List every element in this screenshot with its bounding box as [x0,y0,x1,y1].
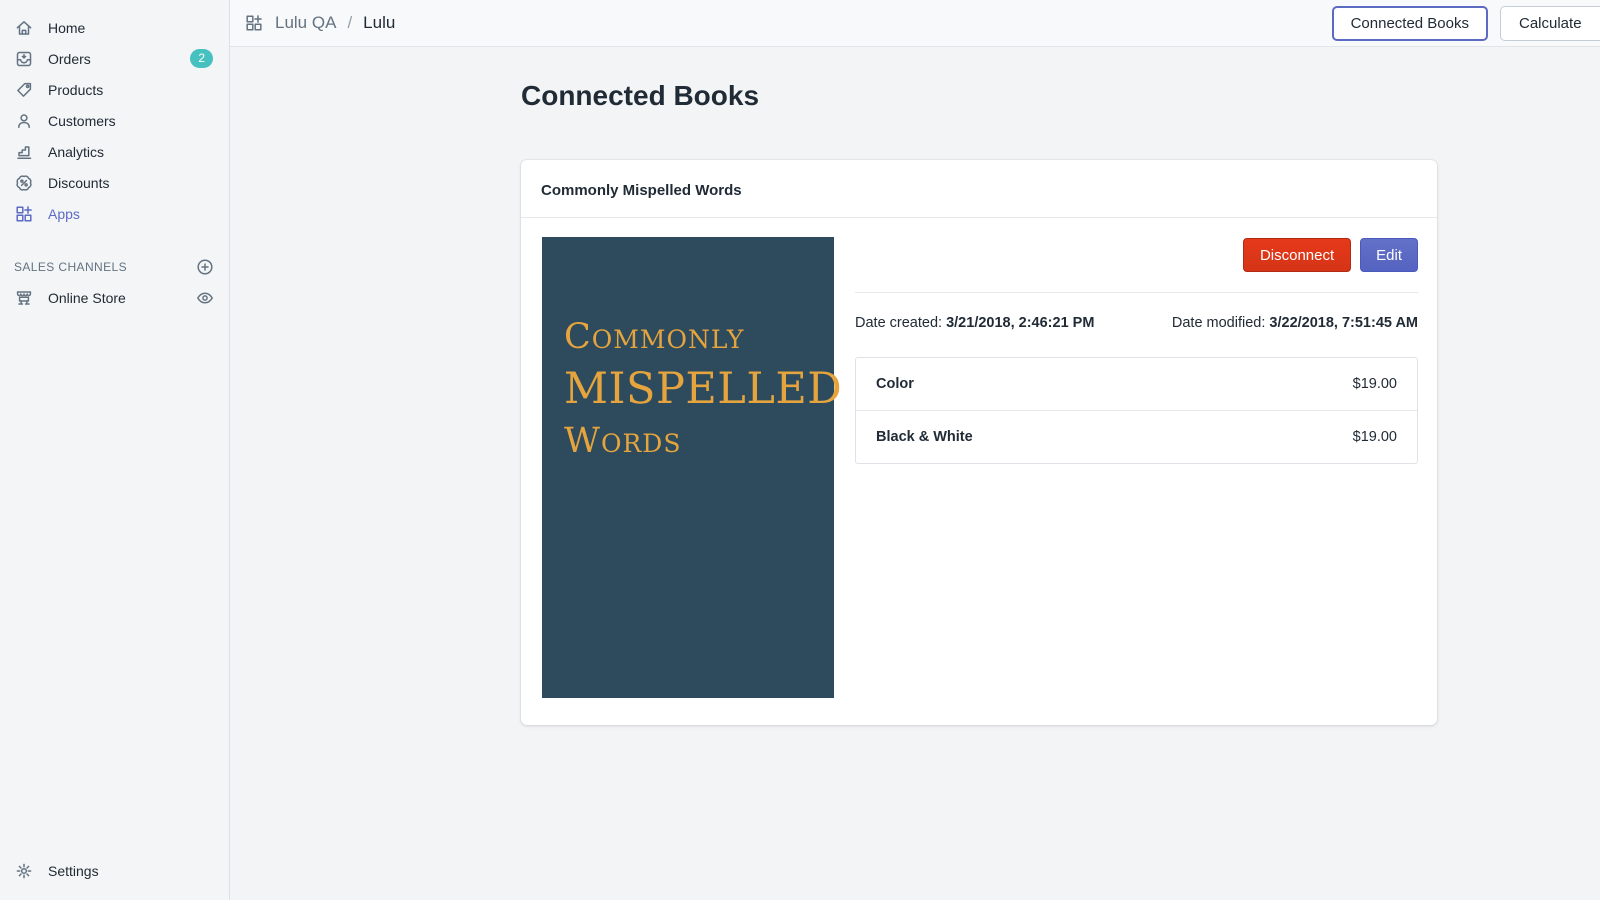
book-actions: Disconnect Edit [855,238,1418,272]
analytics-icon [14,142,34,162]
cover-line-1: Commonly [564,311,824,363]
sales-channels-label: SALES CHANNELS [14,260,127,274]
variant-name: Black & White [876,429,973,445]
home-icon [14,18,34,38]
disconnect-button[interactable]: Disconnect [1243,238,1351,272]
sidebar-settings-row: Settings [0,855,229,886]
dates-row: Date created: 3/21/2018, 2:46:21 PM Date… [855,315,1418,331]
book-card: Commonly Mispelled Words Commonly MISPEL… [521,160,1437,725]
book-details: Disconnect Edit Date created: 3/21/2018,… [855,237,1418,698]
sidebar-item-label: Settings [48,863,99,879]
sidebar-item-label: Apps [48,206,80,222]
topbar: Lulu QA / Lulu Connected Books Calculate [230,0,1600,47]
page-title: Connected Books [521,80,759,112]
sales-channels-header: SALES CHANNELS [0,251,229,282]
cover-line-3: Words [564,415,824,467]
sidebar-item-label: Online Store [48,290,126,306]
sidebar-item-label: Orders [48,51,91,67]
orders-count-badge: 2 [190,49,213,68]
date-created: Date created: 3/21/2018, 2:46:21 PM [855,315,1094,331]
variant-row-black-white: Black & White $19.00 [856,410,1417,463]
breadcrumb-separator: / [347,13,352,33]
products-icon [14,80,34,100]
sidebar-item-label: Analytics [48,144,104,160]
edit-button[interactable]: Edit [1360,238,1418,272]
date-created-label: Date created: [855,315,942,331]
sidebar-item-orders[interactable]: Orders 2 [0,43,229,74]
sidebar-item-discounts[interactable]: Discounts [0,167,229,198]
book-card-body: Commonly MISPELLED Words Disconnect Edit… [521,218,1437,725]
actions-divider [855,292,1418,293]
settings-gear-icon [14,861,34,881]
orders-icon [14,49,34,69]
book-card-header: Commonly Mispelled Words [521,160,1437,218]
add-channel-plus-circle-icon[interactable] [195,257,215,277]
variant-price: $19.00 [1353,376,1397,392]
variants-table: Color $19.00 Black & White $19.00 [855,357,1418,464]
sidebar-item-label: Discounts [48,175,109,191]
date-modified-value: 3/22/2018, 7:51:45 AM [1269,315,1418,331]
sidebar-nav: Home Orders 2 Products Customers [0,0,229,229]
sidebar: Home Orders 2 Products Customers [0,0,230,900]
apps-icon [14,204,34,224]
main-content: Connected Books Commonly Mispelled Words… [230,47,1600,900]
sidebar-item-online-store[interactable]: Online Store [0,282,229,313]
sidebar-item-customers[interactable]: Customers [0,105,229,136]
sidebar-item-products[interactable]: Products [0,74,229,105]
book-cover-image: Commonly MISPELLED Words [542,237,834,698]
apps-grid-icon [244,13,264,33]
sidebar-item-label: Products [48,82,103,98]
discounts-icon [14,173,34,193]
sidebar-item-home[interactable]: Home [0,12,229,43]
date-modified: Date modified: 3/22/2018, 7:51:45 AM [1172,315,1418,331]
date-created-value: 3/21/2018, 2:46:21 PM [946,315,1094,331]
sidebar-item-apps[interactable]: Apps [0,198,229,229]
variant-price: $19.00 [1353,429,1397,445]
breadcrumb-current: Lulu [363,13,395,33]
breadcrumb-parent-link[interactable]: Lulu QA [275,13,336,33]
connected-books-button[interactable]: Connected Books [1332,6,1488,41]
variant-row-color: Color $19.00 [856,358,1417,410]
eye-icon[interactable] [195,288,215,308]
cover-line-2: MISPELLED [564,363,824,415]
date-modified-label: Date modified: [1172,315,1266,331]
sidebar-item-analytics[interactable]: Analytics [0,136,229,167]
calculate-button[interactable]: Calculate [1500,6,1600,41]
storefront-icon [14,288,34,308]
book-title: Commonly Mispelled Words [541,182,1417,199]
variant-name: Color [876,376,914,392]
sidebar-item-settings[interactable]: Settings [0,855,229,886]
sidebar-item-label: Home [48,20,85,36]
sidebar-item-label: Customers [48,113,116,129]
customers-icon [14,111,34,131]
